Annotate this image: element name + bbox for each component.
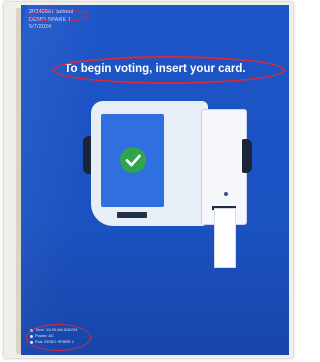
annotation-oval-header <box>30 9 89 22</box>
photo-frame: 20240507 School DEMO SPARE 1 5/7/2024 To… <box>4 2 293 358</box>
device-slot <box>117 212 147 218</box>
annotation-oval-prompt <box>52 56 285 84</box>
date-label: 5/7/2024 <box>29 24 52 30</box>
reader-light-icon <box>224 192 228 196</box>
device-right-handle <box>242 139 252 173</box>
voter-card-graphic <box>214 208 236 268</box>
check-icon <box>120 147 146 173</box>
device-body <box>91 101 208 226</box>
card-reader-panel <box>201 109 247 268</box>
device-display <box>101 114 164 207</box>
annotation-oval-footer <box>26 324 91 351</box>
voting-screen: 20240507 School DEMO SPARE 1 5/7/2024 To… <box>21 5 289 355</box>
